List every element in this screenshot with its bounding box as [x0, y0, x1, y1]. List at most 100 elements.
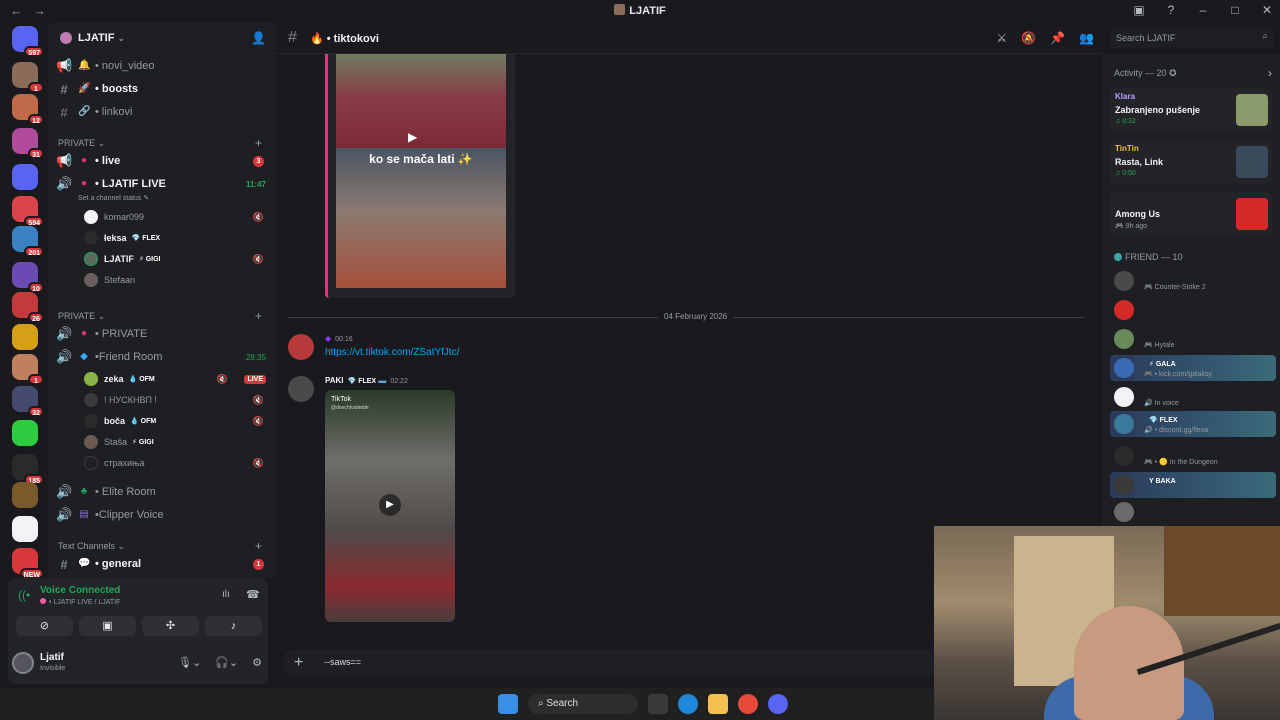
server-icon[interactable]: 1 — [12, 62, 44, 93]
soundboard-button[interactable]: ♪ — [205, 616, 262, 636]
voice-status[interactable]: Voice Connected — [40, 585, 120, 596]
server-icon[interactable]: 31 — [12, 128, 44, 159]
server-icon[interactable]: 26 — [12, 292, 44, 323]
channel-boosts[interactable]: # 🚀 • boosts — [56, 79, 268, 99]
attach-icon[interactable]: + — [294, 654, 303, 672]
help-icon[interactable]: ? — [1164, 3, 1178, 17]
voice-user[interactable]: boča 💧 OFM 🔇 — [84, 412, 268, 430]
channel-private[interactable]: 🔊 ● • PRIVATE — [56, 324, 268, 344]
channel-status[interactable]: Set a channel status ✎ — [78, 194, 149, 202]
message-author[interactable]: PAKI 💎 FLEX ▬ 02:22 — [325, 376, 408, 385]
member-item[interactable]: 🎮 • 🟡 In the Dungeon — [1110, 443, 1276, 469]
member-item[interactable]: ⚡ GALA 🎮 • kick.com/galaksy — [1110, 355, 1276, 381]
channel-clipper-voice[interactable]: 🔊 ▤ •Clipper Voice — [56, 505, 268, 525]
chrome-icon[interactable] — [738, 694, 758, 714]
voice-user[interactable]: LJATIF ⚡ GIGI 🔇 — [84, 250, 268, 268]
activity-card[interactable]: TinTin Rasta, Link ♫ 0:50 — [1110, 140, 1272, 184]
members-icon[interactable]: 👥 — [1079, 31, 1094, 45]
category-private[interactable]: PRIVATE ⌄ + — [58, 309, 268, 325]
server-icon[interactable]: 1 — [12, 354, 44, 385]
member-item[interactable]: 🎮 Hytale — [1110, 326, 1276, 352]
activity-card[interactable]: Among Us 🎮 9h ago — [1110, 192, 1272, 236]
voice-user[interactable]: zeka 💧 OFM 🔇 LIVE — [84, 370, 268, 388]
channel-friend-room[interactable]: 🔊 ◆ •Friend Room 28:35 — [56, 347, 268, 367]
server-icon[interactable] — [12, 164, 38, 190]
member-item[interactable]: Y BAKA — [1110, 472, 1276, 498]
discord-icon[interactable] — [768, 694, 788, 714]
channel-ljatif-live[interactable]: 🔊 ● • LJATIF LIVE 11:47 — [56, 174, 268, 194]
member-item[interactable]: 🎮 Counter-Strike 2 — [1110, 268, 1276, 294]
server-icon[interactable]: 10 — [12, 262, 44, 293]
channel-general[interactable]: # 💬 • general 1 — [56, 554, 268, 574]
voice-user[interactable]: Staša ⚡ GIGI — [84, 433, 268, 451]
screen-share-button[interactable]: ▣ — [79, 616, 136, 636]
app-icon[interactable] — [648, 694, 668, 714]
play-icon[interactable]: ▶ — [379, 494, 401, 516]
noise-suppression-icon[interactable]: ılı — [222, 589, 230, 600]
user-panel[interactable]: Ljatif Invisible 🎙⌄ 🎧⌄ ⚙ — [8, 646, 268, 682]
category-text-channels[interactable]: Text Channels ⌄ + — [58, 539, 268, 555]
server-icon[interactable]: NEW — [12, 548, 44, 579]
play-icon[interactable]: ▶ — [408, 130, 417, 144]
folder-icon[interactable] — [708, 694, 728, 714]
server-icon[interactable]: 185 — [12, 454, 44, 485]
server-icon[interactable]: 597 — [12, 26, 44, 57]
settings-icon[interactable]: ⚙ — [252, 656, 262, 669]
user-avatar[interactable] — [12, 652, 34, 674]
message-link[interactable]: https://vt.tiktok.com/ZSatYfJtc/ — [325, 347, 459, 358]
disconnect-icon[interactable]: ☎ — [246, 588, 260, 601]
message-author[interactable]: ◆ 00:16 — [325, 334, 353, 343]
pin-icon[interactable]: 📌 — [1050, 31, 1065, 45]
server-icon[interactable]: 201 — [12, 226, 44, 257]
composer-text[interactable]: --saws== — [324, 657, 361, 667]
maximize-button[interactable]: □ — [1228, 3, 1242, 17]
voice-user[interactable]: ! НУСКНВП ! 🔇 — [84, 391, 268, 409]
voice-channel-path[interactable]: • LJATIF LIVE / LJATIF — [40, 598, 120, 606]
server-icon[interactable] — [12, 324, 38, 350]
edge-icon[interactable] — [678, 694, 698, 714]
server-icon[interactable] — [12, 516, 38, 542]
server-icon[interactable] — [12, 420, 38, 446]
avatar[interactable] — [288, 334, 314, 360]
server-icon[interactable] — [12, 482, 38, 508]
add-channel-icon[interactable]: + — [255, 309, 262, 323]
voice-user[interactable]: łeksa 💎 FLEX — [84, 229, 268, 247]
member-item[interactable]: 🔊 In voice — [1110, 384, 1276, 410]
channel-linkovi[interactable]: # 🔗 • linkovi — [56, 102, 268, 122]
server-icon[interactable]: 594 — [12, 196, 44, 227]
inbox-icon[interactable]: ▣ — [1132, 3, 1146, 17]
add-channel-icon[interactable]: + — [255, 136, 262, 150]
add-channel-icon[interactable]: + — [255, 539, 262, 553]
voice-user[interactable]: Stefaan — [84, 271, 268, 289]
minimize-button[interactable]: – — [1196, 3, 1210, 17]
activity-header[interactable]: Activity — 20 ✪ — [1114, 68, 1177, 79]
member-item[interactable] — [1110, 297, 1276, 323]
camera-off-button[interactable]: ⊘ — [16, 616, 73, 636]
channel-novi-video[interactable]: 📢 🔔 • novi_video — [56, 56, 268, 76]
video-embed[interactable]: ▶ ko se mača lati ✨ — [325, 54, 515, 298]
threads-icon[interactable]: ⚔ — [996, 31, 1007, 45]
close-button[interactable]: ✕ — [1260, 3, 1274, 17]
voice-user[interactable]: страхиња 🔇 — [84, 454, 268, 472]
add-user-icon[interactable]: 👤 — [251, 31, 266, 45]
chevron-right-icon[interactable]: › — [1268, 66, 1272, 80]
member-item[interactable] — [1110, 499, 1276, 525]
server-icon[interactable]: 12 — [12, 94, 44, 125]
avatar[interactable] — [288, 376, 314, 402]
channel-live[interactable]: 📢 ● • live 3 — [56, 151, 268, 171]
activity-card[interactable]: Klara Zabranjeno pušenje ♫ 0:32 — [1110, 88, 1272, 132]
windows-start-icon[interactable] — [498, 694, 518, 714]
activities-button[interactable]: ✣ — [142, 616, 199, 636]
taskbar-search[interactable]: ⌕ Search — [528, 694, 638, 714]
channel-elite-room[interactable]: 🔊 ♣ • Elite Room — [56, 482, 268, 502]
notification-mute-icon[interactable]: 🔕 — [1021, 31, 1036, 45]
microphone-icon[interactable]: 🎙⌄ — [178, 656, 201, 669]
headphones-icon[interactable]: 🎧⌄ — [215, 656, 238, 669]
server-header[interactable]: LJATIF ⌄ 👤 — [48, 22, 276, 54]
search-input[interactable]: Search LJATIF ⌕ — [1110, 28, 1274, 48]
tiktok-video[interactable]: TikTok @dnechtvoitetde ▶ — [325, 390, 455, 622]
message-composer[interactable]: + --saws== — [284, 650, 934, 676]
voice-user[interactable]: komar099 🔇 — [84, 208, 268, 226]
member-item[interactable]: 💎 FLEX 🔊 • discord.gg/flexa — [1110, 411, 1276, 437]
category-private[interactable]: PRIVATE ⌄ + — [58, 136, 268, 152]
